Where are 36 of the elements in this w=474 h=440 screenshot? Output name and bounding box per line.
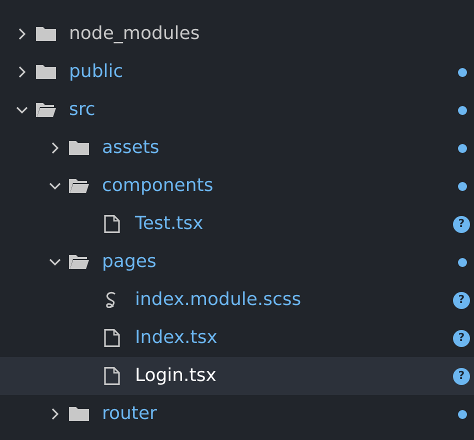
tree-item[interactable]: Login.tsx ? bbox=[0, 357, 474, 395]
folder-icon bbox=[35, 62, 57, 82]
folder-icon bbox=[35, 24, 57, 44]
tree-item[interactable]: assets bbox=[0, 129, 474, 167]
folder-icon bbox=[68, 138, 90, 158]
file-name: index.module.scss bbox=[135, 291, 302, 309]
file-name: components bbox=[102, 177, 214, 195]
tree-item[interactable]: router bbox=[0, 395, 474, 433]
file-name: node_modules bbox=[69, 25, 200, 43]
untracked-badge: ? bbox=[453, 216, 470, 232]
file-name: assets bbox=[102, 139, 160, 157]
tree-item[interactable]: components bbox=[0, 167, 474, 205]
untracked-badge: ? bbox=[453, 292, 470, 308]
tree-item[interactable]: public bbox=[0, 53, 474, 91]
open-folder-icon bbox=[68, 252, 90, 272]
file-name: Test.tsx bbox=[135, 215, 204, 233]
file-name: router bbox=[102, 405, 157, 423]
file-name: src bbox=[69, 101, 96, 119]
open-folder-icon bbox=[68, 176, 90, 196]
file-icon bbox=[101, 214, 123, 234]
tree-item[interactable]: Test.tsx ? bbox=[0, 205, 474, 243]
tree-item[interactable]: src bbox=[0, 91, 474, 129]
file-name: Index.tsx bbox=[135, 329, 218, 347]
tree-item[interactable]: index.module.scss ? bbox=[0, 281, 474, 319]
tree-item[interactable]: pages bbox=[0, 243, 474, 281]
open-folder-icon bbox=[35, 100, 57, 120]
tree-item[interactable]: node_modules bbox=[0, 15, 474, 53]
file-name: pages bbox=[102, 253, 156, 271]
file-icon bbox=[101, 366, 123, 386]
folder-icon bbox=[68, 404, 90, 424]
file-name: Login.tsx bbox=[135, 367, 216, 385]
untracked-badge: ? bbox=[453, 368, 470, 384]
file-icon bbox=[101, 328, 123, 348]
untracked-badge: ? bbox=[453, 330, 470, 346]
file-name: public bbox=[69, 63, 124, 81]
tree-item[interactable]: Index.tsx ? bbox=[0, 319, 474, 357]
